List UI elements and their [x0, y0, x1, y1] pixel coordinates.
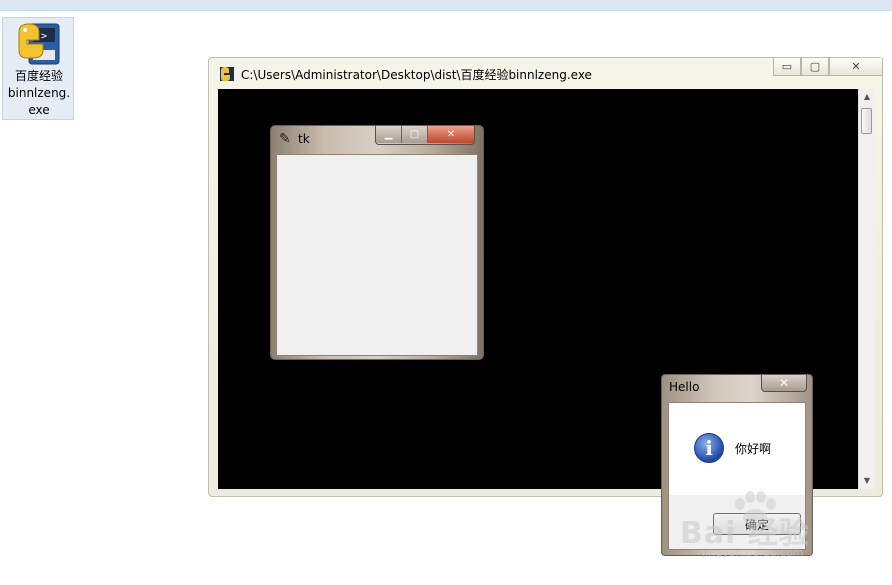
console-window-title: C:\Users\Administrator\Desktop\dist\百度经验… [241, 68, 592, 82]
svg-text:>: > [41, 31, 47, 42]
scroll-up-arrow-icon[interactable]: ▲ [859, 89, 875, 105]
tk-maximize-button[interactable]: ▢ [402, 126, 428, 143]
maximize-button[interactable]: ▢ [801, 58, 829, 76]
tk-window[interactable]: ✎ tk ▁ ▢ ✕ [270, 125, 484, 360]
watermark-url: jingyan.baidu.com [702, 546, 804, 559]
tk-minimize-button[interactable]: ▁ [376, 126, 402, 143]
minimize-button[interactable]: ▭ [773, 58, 801, 76]
python-exe-icon: > [15, 22, 63, 68]
dialog-close-button[interactable]: ✕ [761, 375, 807, 392]
desktop-top-strip [0, 0, 892, 11]
tk-close-button[interactable]: ✕ [428, 126, 474, 143]
close-button[interactable]: ✕ [829, 58, 883, 76]
tk-window-title: tk [298, 132, 310, 146]
baidu-watermark: Bai 经验 jingyan.baidu.com [680, 490, 850, 560]
python-icon [219, 66, 235, 82]
info-icon: i [694, 433, 724, 463]
tk-client-area[interactable] [276, 154, 478, 356]
dialog-title: Hello [669, 380, 700, 394]
vertical-scrollbar[interactable]: ▲ ▼ [858, 89, 875, 489]
feather-icon: ✎ [279, 131, 291, 147]
scroll-down-arrow-icon[interactable]: ▼ [859, 473, 875, 489]
desktop-icon-label: 百度经验 binnlzeng. exe [7, 69, 71, 117]
desktop-icon-exe[interactable]: > 百度经验 binnlzeng. exe [2, 17, 74, 120]
dialog-message: 你好啊 [735, 442, 772, 456]
console-window-controls: ▭ ▢ ✕ [773, 58, 883, 77]
tk-window-controls: ▁ ▢ ✕ [375, 126, 475, 145]
scroll-thumb[interactable] [861, 108, 872, 134]
